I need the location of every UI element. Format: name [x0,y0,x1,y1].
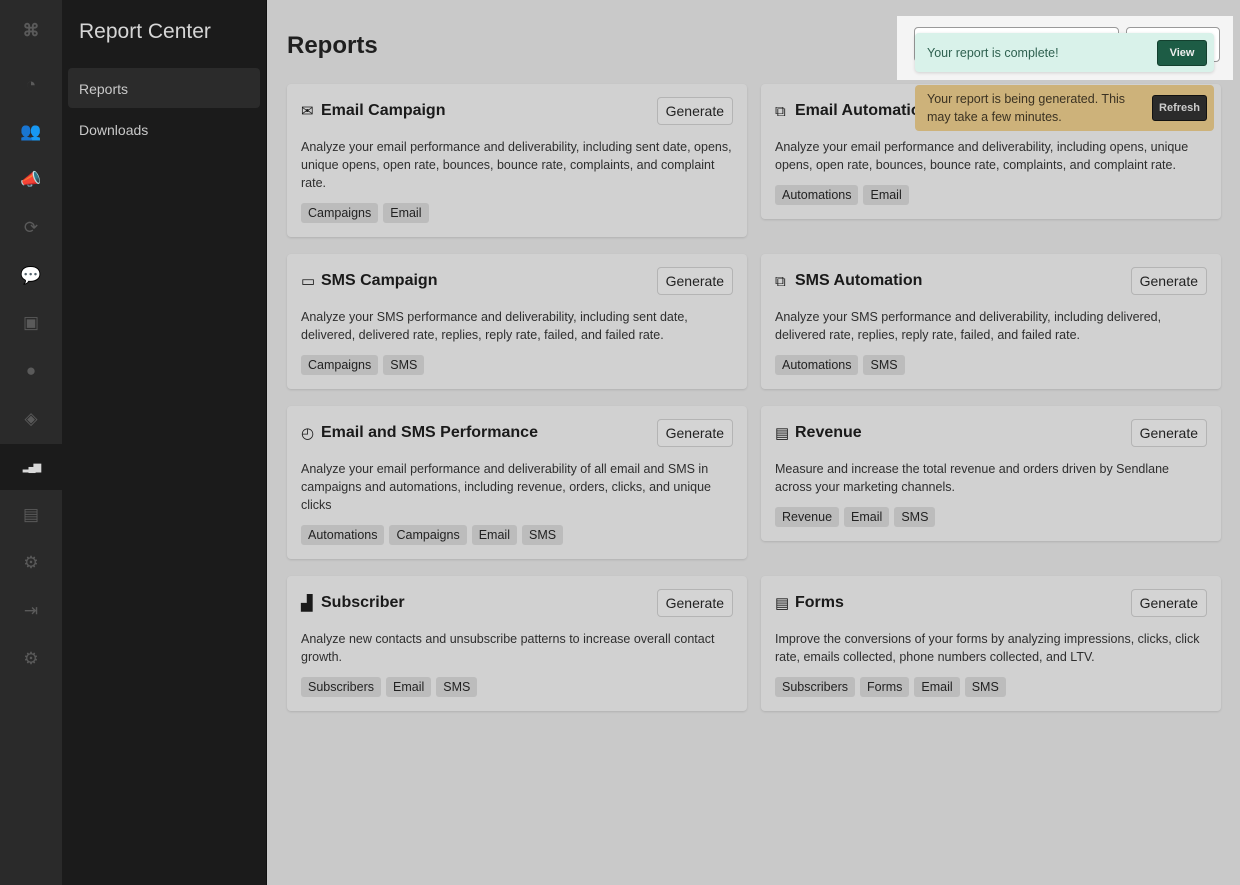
icon-rail: ⌘ ◔ 👥 📣 ⟳ 💬 ▣ ● ◈ ▂▄▆ ▤ ⚙ ⇥ ⚙ [0,0,62,885]
toast-generating-text: Your report is being generated. This may… [927,92,1126,124]
tag: Forms [860,677,910,697]
generate-button[interactable]: Generate [1130,589,1207,617]
sidebar: Report Center Reports Downloads [62,0,267,885]
contacts-icon[interactable]: 👥 [0,109,62,155]
card-title: SMS Automation [795,272,923,289]
generate-button[interactable]: Generate [656,97,733,125]
card-title: Revenue [795,424,862,441]
report-card: ▟ Subscriber Generate Analyze new contacts … [287,576,747,711]
tag: SMS [863,355,905,375]
message-icon: ▤ [775,595,790,612]
tag: Campaigns [301,355,379,375]
page-title: Reports [287,32,378,59]
card-description: Improve the conversions of your forms by… [775,632,1200,664]
tag: Email [914,677,960,697]
generate-button[interactable]: Generate [656,419,733,447]
generate-button[interactable]: Generate [1130,267,1207,295]
card-title: Subscriber [321,594,405,611]
integrations-icon[interactable]: ◈ [0,396,62,442]
location-icon[interactable]: ● [0,348,62,394]
tag: Automations [775,355,859,375]
tag: SMS [894,507,936,527]
toast-complete-text: Your report is complete! [927,45,1059,60]
tag: Email [386,677,432,697]
card-title: SMS Campaign [321,272,438,289]
logo: ⌘ [22,21,40,40]
generate-button[interactable]: Generate [1130,419,1207,447]
sidebar-item-downloads[interactable]: Downloads [68,109,260,149]
tag: Email [471,525,517,545]
automation-icon: ⧉ [775,272,786,290]
message-icon: ▤ [775,425,790,442]
view-button[interactable]: View [1157,39,1207,66]
email-icon: ✉ [301,103,314,120]
tag: Campaigns [301,203,379,223]
tag: Email [844,507,890,527]
tag: SMS [383,355,425,375]
settings-icon[interactable]: ⚙ [0,540,62,586]
tag: Subscribers [775,677,855,697]
report-card: ✉ Email Campaign Generate Analyze your emai… [287,84,747,237]
content-icon[interactable]: ▤ [0,492,62,538]
card-description: Analyze your email performance and deliv… [301,462,711,512]
report-card: ⧉ SMS Automation Generate Analyze your SMS … [761,254,1221,389]
tag: Email [383,203,429,223]
admin-settings-icon[interactable]: ⚙ [0,636,62,682]
card-title: Forms [795,594,844,611]
tag: Automations [301,525,385,545]
tag: SMS [964,677,1006,697]
report-card: ▭ SMS Campaign Generate Analyze your SMS pe… [287,254,747,389]
campaigns-icon[interactable]: 📣 [0,157,62,203]
toast-generating: Your report is being generated. This may… [915,85,1214,131]
conversations-icon[interactable]: 💬 [0,253,62,299]
main-content: Reports ✉ Email Campaign Generate Analyze y… [267,0,1240,885]
card-description: Analyze your email performance and deliv… [775,140,1189,172]
logout-icon[interactable]: ⇥ [0,588,62,634]
refresh-button[interactable]: Refresh [1152,95,1207,121]
card-description: Analyze your SMS performance and deliver… [775,310,1162,342]
card-title: Email and SMS Performance [321,424,538,441]
generate-button[interactable]: Generate [656,589,733,617]
report-card: ◴ Email and SMS Performance Generate Analyz… [287,406,747,559]
card-description: Analyze your email performance and deliv… [301,140,732,190]
generate-button[interactable]: Generate [656,267,733,295]
dashboard-icon[interactable]: ◔ [0,62,62,108]
toast-complete: Your report is complete! View [915,33,1214,72]
growth-chart-icon: ▟ [301,595,313,612]
automations-icon[interactable]: ⟳ [0,205,62,251]
tag: Revenue [775,507,840,527]
reports-icon[interactable]: ▂▄▆ [0,444,62,490]
card-description: Measure and increase the total revenue a… [775,462,1170,494]
card-title: Email Campaign [321,102,446,119]
card-description: Analyze your SMS performance and deliver… [301,310,688,342]
tag: Campaigns [389,525,467,545]
sidebar-item-reports[interactable]: Reports [68,68,260,108]
report-card: ▤ Forms Generate Improve the conversions of… [761,576,1221,711]
tag: Subscribers [301,677,381,697]
gauge-icon: ◴ [301,425,315,442]
card-description: Analyze new contacts and unsubscribe pat… [301,632,715,664]
sidebar-title: Report Center [79,20,211,43]
tag: SMS [436,677,478,697]
tag: Automations [775,185,859,205]
tag: SMS [521,525,564,545]
automation-icon: ⧉ [775,102,786,120]
tag: Email [863,185,909,205]
report-card: ▤ Revenue Generate Measure and increase the… [761,406,1221,541]
sms-icon: ▭ [301,273,316,290]
media-icon[interactable]: ▣ [0,300,62,346]
